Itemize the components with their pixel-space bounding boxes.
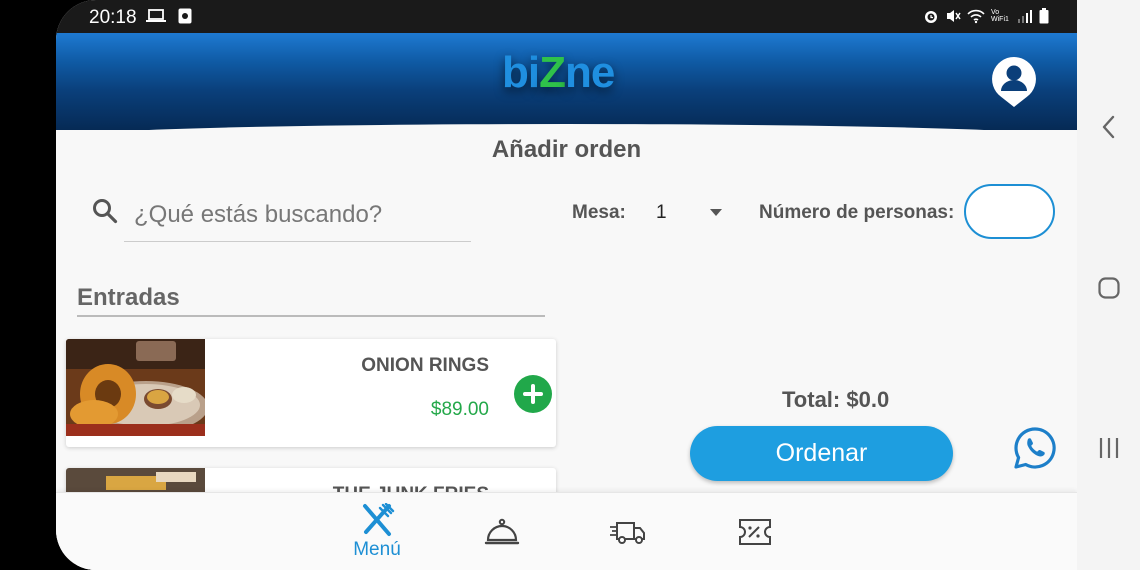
product-price: $89.00 [430,399,489,420]
notification-icon [178,8,192,24]
user-location-icon [992,57,1036,107]
coupon-icon [739,519,771,545]
android-nav-bar [1077,0,1140,570]
app-header: biZne [56,33,1077,138]
search-icon [93,199,118,224]
alarm-icon [925,11,937,23]
section-title: Entradas [77,284,180,311]
chevron-down-icon [710,209,722,216]
nav-item-delivery[interactable] [593,493,663,570]
fork-knife-icon [363,503,395,536]
mesa-value: 1 [656,202,667,223]
bizne-logo: biZne [502,48,615,98]
delivery-truck-icon [610,522,645,544]
profile-button[interactable] [990,55,1038,109]
whatsapp-button[interactable] [1013,426,1057,470]
page-title: Añadir orden [491,136,642,163]
whatsapp-icon [1014,427,1056,469]
status-icons-right: Vo WiFi1 [923,8,1049,24]
home-icon[interactable] [1097,276,1121,300]
recents-icon[interactable] [1097,436,1121,460]
order-button[interactable]: Ordenar [690,426,953,481]
wifi-icon [967,9,985,24]
product-card[interactable]: ONION RINGS $89.00 [66,339,556,447]
laptop-icon [146,9,166,22]
personas-input[interactable] [964,184,1055,239]
app-screen: 20:18 Vo WiFi1 biZne Añadir orden ¿Qué e… [56,0,1077,570]
logo-part-z: Z [539,48,566,97]
onion-rings-photo [66,339,205,436]
status-bar: 20:18 Vo WiFi1 [56,0,1077,33]
device-frame: 20:18 Vo WiFi1 biZne Añadir orden ¿Qué e… [0,0,1140,570]
nav-item-label: Menú [353,539,401,560]
logo-part-ne: ne [565,48,615,97]
mesa-label: Mesa: [572,202,626,223]
status-time: 20:18 [89,7,137,28]
back-icon[interactable] [1099,114,1119,140]
vowifi-label: Vo WiFi1 [991,9,1009,23]
nav-item-menu[interactable]: Menú [342,493,412,570]
nav-item-service[interactable] [467,493,537,570]
logo-part-bi: bi [502,48,540,97]
bottom-nav: Menú [56,492,1077,570]
battery-icon [1039,8,1049,24]
signal-icon [1018,10,1032,23]
status-icons-left [146,8,192,24]
search-bar [88,188,473,244]
personas-label: Número de personas: [759,202,955,223]
mesa-select[interactable]: 1 [644,196,728,230]
section-divider [77,315,545,317]
product-name: ONION RINGS [361,355,489,376]
mute-icon [947,10,961,22]
add-product-button[interactable] [514,375,552,413]
cloche-icon [484,518,520,545]
search-input[interactable] [124,188,471,242]
order-total: Total: $0.0 [782,387,890,412]
nav-item-coupons[interactable] [720,493,790,570]
